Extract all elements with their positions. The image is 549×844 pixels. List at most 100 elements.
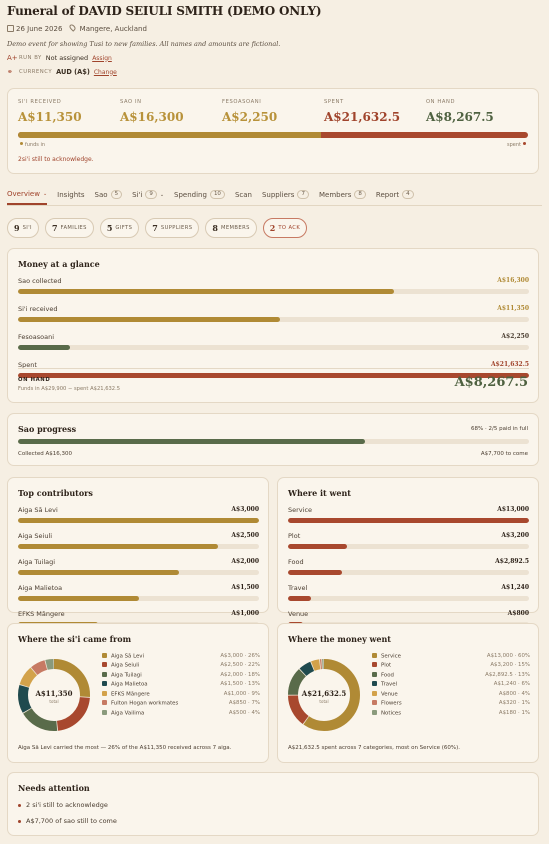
bar-row-label: Si'i received [18,305,58,313]
legend-swatch [372,662,377,667]
tab-overview[interactable]: Overview ⌄ [7,184,48,205]
stat-pill[interactable]: 7 FAMILIES [44,218,94,238]
bar-row: Fesoasoani A$2,250 [18,333,529,350]
summary-stat: ON HAND A$8,267.5 [426,99,528,124]
bar-row-amount: A$2,500 [231,532,259,539]
tab-count-badge: 4 [402,190,414,199]
summary-stat-value: A$11,350 [18,110,82,124]
change-currency-link[interactable]: Change [94,69,117,76]
legend-item: Service A$13,000 · 60% [372,651,530,661]
bar-row: Service A$13,000 [288,506,529,523]
bar-row-label: Fesoasoani [18,333,55,341]
run-by-value: Not assigned [45,54,89,62]
bar-row-amount: A$11,350 [497,305,529,312]
pill-count: 7 [152,223,158,233]
money-donut-legend: Service A$13,000 · 60% Plot A$3,200 · 15% Fo… [372,651,530,718]
pill-label: SUPPLIERS [160,225,193,231]
bar-track [288,570,529,575]
money-went-card: Where the money went A$21,632.5 total Ser… [277,623,539,763]
currency-value: AUD (A$) [56,68,90,76]
tab-label: Insights [57,190,85,199]
legend-value: A$13,000 · 60% [486,652,530,659]
legend-swatch [372,700,377,705]
summary-stat: FESOASOANI A$2,250 [222,99,324,124]
summary-stat: SI'I RECEIVED A$11,350 [18,99,120,124]
legend-item: Aiga Malietoa A$1,500 · 13% [102,680,260,690]
bar-fill [18,544,219,549]
legend-label: Aiga Vailima [111,710,145,716]
legend-value: A$1,500 · 13% [220,681,260,688]
bar-row: Plot A$3,200 [288,532,529,549]
bar-row-label: Aiga Malietoa [18,584,63,592]
legend-label: Food [381,672,394,678]
bar-row-label: Plot [288,532,301,540]
legend-label: Aiga Sā Levi [111,653,144,659]
glance-rows: Sao collected A$16,300 Si'i received A$11,3… [18,277,529,389]
bar-row-amount: A$1,000 [231,610,259,617]
bar-row-label: Service [288,506,313,514]
tab-sao[interactable]: Sao 5 [95,184,123,205]
legend-value: A$2,892.5 · 13% [485,671,530,678]
bar-row-label: Aiga Sā Levi [18,506,58,514]
bar-row: Travel A$1,240 [288,584,529,601]
tab-members[interactable]: Members 8 [319,184,366,205]
demo-note: Demo event for showing Tusi to new famil… [7,40,281,48]
bar-track [18,596,259,601]
tab-label: Sao [94,190,108,199]
tab-suppliers[interactable]: Suppliers 7 [262,184,309,205]
donut-center-label: total [49,699,58,704]
legend-value: A$320 · 1% [498,700,530,707]
bar-fill [288,544,348,549]
bar-fill [18,289,394,294]
where-it-went-card: Where it went Service A$13,000 Plot A$3,200… [277,477,539,627]
contributors-title: Top contributors [18,488,93,498]
bar-row-label: Sao collected [18,277,62,285]
bar-track [18,289,529,294]
pill-count: 7 [51,223,58,233]
spent-label: spent [507,142,521,148]
stat-pill[interactable]: 2 TO ACK [262,218,308,238]
bar-row-amount: A$2,250 [501,333,529,340]
tab-label: Suppliers [261,190,295,199]
run-by-label: RUN BY [19,55,42,61]
bar-fill [18,596,139,601]
tab-report[interactable]: Report 4 [376,184,414,205]
stat-pill[interactable]: 5 GIFTS [99,218,140,238]
donut-center-label: total [319,699,328,704]
money-donut-note: A$21,632.5 spent across 7 categories, mo… [288,745,461,751]
event-location: Mangere, Auckland [79,25,147,33]
tab-insights[interactable]: Insights [57,184,84,205]
attention-text: A$7,700 of sao still to come [26,817,117,825]
sii-source-card: Where the si'i came from A$11,350 total A… [7,623,269,763]
bar-fill [18,345,71,350]
tab-sii[interactable]: Si'i 9 ⌄ [132,184,164,205]
legend-value: A$180 · 1% [498,709,530,716]
bar-track [18,518,259,523]
stat-pill[interactable]: 8 MEMBERS [205,218,257,238]
attention-list: 2 si'i still to acknowledge A$7,700 of sa… [18,793,117,825]
bar-fill [288,518,529,523]
ack-note[interactable]: 2si'i still to acknowledge. [18,156,94,163]
bar-row-amount: A$1,500 [231,584,259,591]
legend-value: A$3,000 · 26% [220,652,260,659]
event-date: 26 June 2026 [16,24,63,33]
sii-donut-legend: Aiga Sā Levi A$3,000 · 26% Aiga Seiuli A$2,… [102,651,260,718]
event-meta: 26 June 2026 Mangere, Auckland [7,23,542,33]
attention-item[interactable]: A$7,700 of sao still to come [18,817,117,825]
bar-row-amount: A$2,000 [231,558,259,565]
tab-spending[interactable]: Spending 10 [174,184,225,205]
pill-count: 8 [212,223,218,233]
bar-row-amount: A$3,000 [231,506,259,513]
tab-scan[interactable]: Scan [235,184,252,205]
summary-stat-value: A$8,267.5 [426,110,494,124]
stat-pill[interactable]: 9 SI'I [7,218,39,238]
legend-item: Fulton Hogan workmates A$850 · 7% [102,699,260,709]
stat-pill[interactable]: 7 SUPPLIERS [145,218,200,238]
currency-label: CURRENCY [19,69,53,75]
tab-count-badge: 7 [297,190,309,199]
attention-item[interactable]: 2 si'i still to acknowledge [18,801,117,809]
assign-link[interactable]: Assign [92,55,112,62]
sao-progress-track [18,439,529,444]
funds-in-fill [18,132,322,138]
bar-fill [18,518,259,523]
